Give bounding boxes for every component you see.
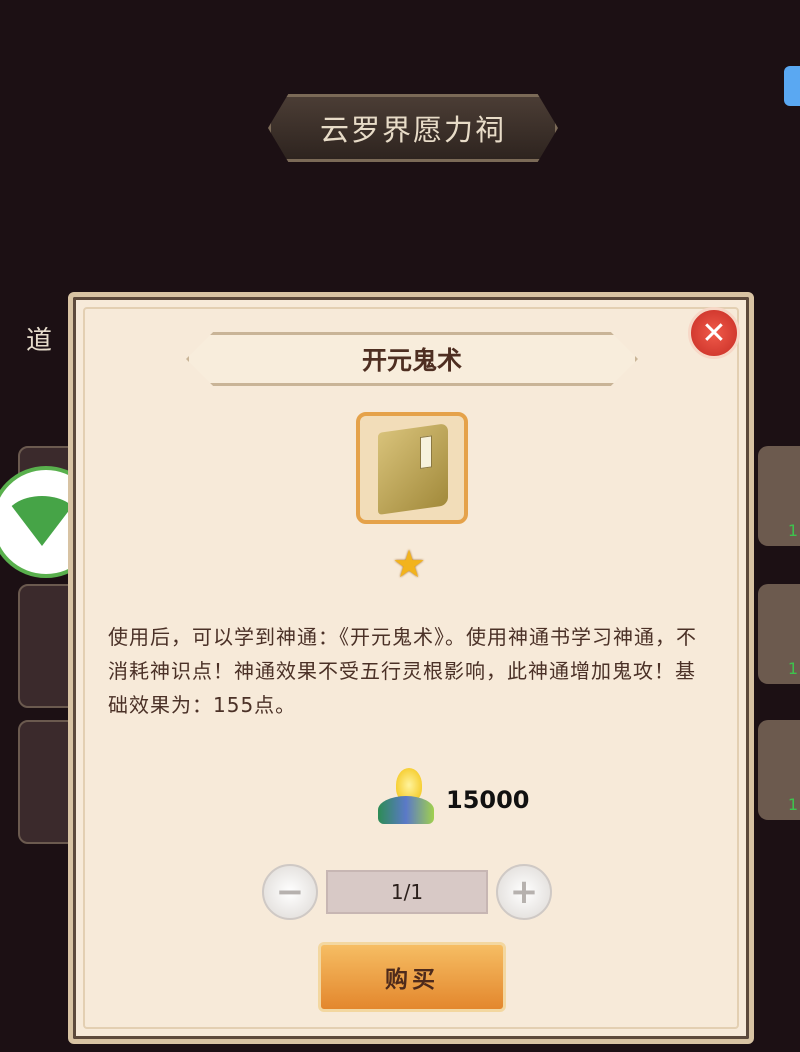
background-item-right[interactable]: 1	[758, 446, 800, 546]
side-label: 道	[26, 326, 53, 356]
close-button[interactable]: ✕	[688, 307, 740, 359]
star-icon: ★	[392, 542, 427, 586]
item-title: 开元鬼术	[186, 332, 638, 386]
plus-icon: +	[509, 872, 539, 912]
minus-icon: −	[275, 872, 305, 912]
background-item-right[interactable]: 1	[758, 584, 800, 684]
buy-button[interactable]: 购买	[318, 942, 506, 1012]
blue-signal-icon	[784, 66, 800, 106]
item-qty: 1	[787, 795, 798, 814]
item-qty: 1	[787, 659, 798, 678]
item-description: 使用后，可以学到神通：《开元鬼术》。使用神通书学习神通，不消耗神识点！神通效果不…	[108, 625, 697, 717]
page-title: 云罗界愿力祠	[268, 94, 558, 162]
decrease-quantity-button[interactable]: −	[262, 864, 318, 920]
item-icon	[356, 412, 468, 524]
close-icon: ✕	[701, 315, 727, 351]
currency-icon	[372, 768, 440, 830]
book-icon	[378, 423, 448, 515]
quantity-field[interactable]: 1/1	[326, 870, 488, 914]
price-value: 15000	[446, 786, 530, 814]
background-item-right[interactable]: 1	[758, 720, 800, 820]
increase-quantity-button[interactable]: +	[496, 864, 552, 920]
item-qty: 1	[787, 521, 798, 540]
